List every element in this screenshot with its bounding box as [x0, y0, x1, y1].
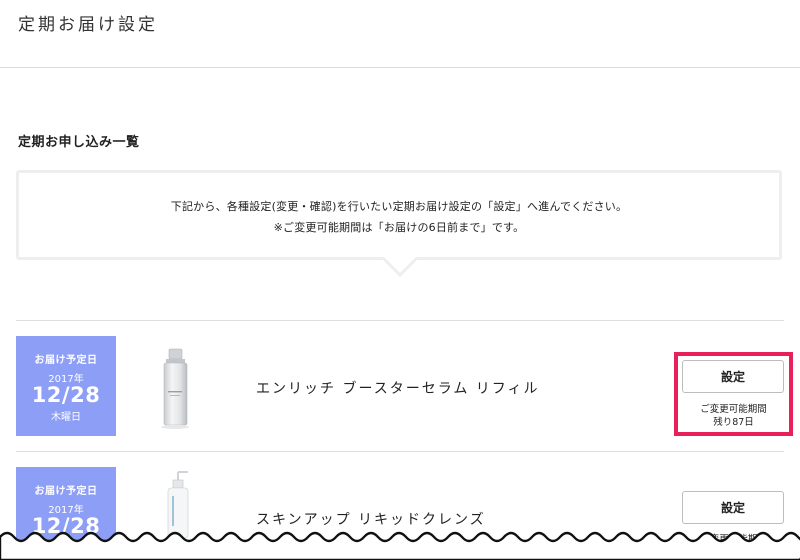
delivery-weekday: 木曜日	[51, 412, 81, 423]
change-period-note: ご変更可能期間 残り87日	[674, 403, 793, 429]
notice-text-line-1: 下記から、各種設定(変更・確認)を行いたい定期お届け設定の「設定」へ進んでくださ…	[170, 200, 628, 213]
row-divider	[16, 451, 784, 452]
product-name[interactable]: エンリッチ ブースターセラム リフィル	[256, 378, 540, 398]
settings-button[interactable]: 設定	[682, 491, 784, 524]
change-period-remaining: 残り87日	[713, 417, 754, 428]
section-title: 定期お申し込み一覧	[18, 135, 140, 150]
page-title: 定期お届け設定	[18, 15, 158, 35]
settings-button[interactable]: 設定	[682, 360, 784, 393]
product-image-serum-refill	[161, 348, 189, 429]
row-divider	[16, 320, 784, 321]
torn-edge	[0, 531, 800, 560]
delivery-month-day: 12/28	[31, 383, 101, 407]
notice-text-line-2: ※ご変更可能期間は「お届けの6日前まで」です。	[273, 221, 525, 234]
change-period-label: ご変更可能期間	[700, 404, 767, 415]
delivery-date-label: お届け予定日	[34, 355, 98, 366]
product-name[interactable]: スキンアップ リキッドクレンズ	[256, 509, 486, 529]
notice-pointer-inner	[384, 257, 416, 273]
delivery-date-label: お届け予定日	[34, 486, 98, 497]
page-header: 定期お届け設定	[0, 0, 800, 68]
delivery-date-badge: お届け予定日 2017年 12/28 木曜日	[16, 336, 116, 436]
notice-box: 下記から、各種設定(変更・確認)を行いたい定期お届け設定の「設定」へ進んでくださ…	[16, 170, 782, 260]
